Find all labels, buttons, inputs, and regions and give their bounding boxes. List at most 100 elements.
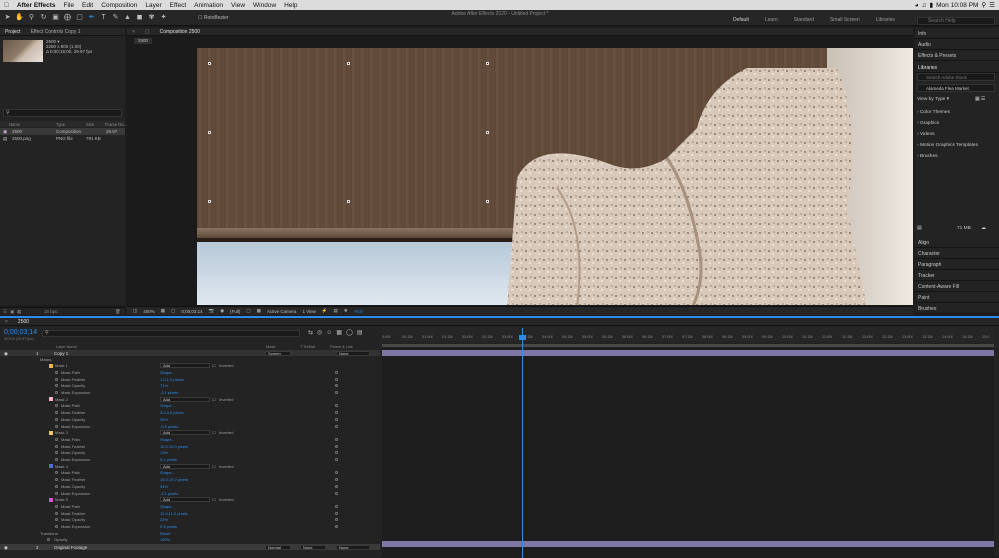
- expression-link-icon[interactable]: [335, 491, 338, 495]
- mask-color-swatch[interactable]: [49, 397, 53, 402]
- expression-link-icon[interactable]: [335, 370, 338, 374]
- stopwatch-icon[interactable]: [55, 370, 58, 374]
- shy-icon[interactable]: ☺: [326, 330, 336, 336]
- views-dropdown[interactable]: 1 View: [302, 309, 315, 314]
- frame-blending-icon[interactable]: ▦: [336, 330, 346, 336]
- stopwatch-icon[interactable]: [55, 458, 58, 461]
- pan-behind-tool-icon[interactable]: ⨁: [63, 13, 72, 22]
- mask-property-value[interactable]: 3.0,3.0 pixels: [160, 410, 184, 415]
- menu-layer[interactable]: Layer: [141, 2, 165, 9]
- stopwatch-icon[interactable]: [47, 538, 50, 542]
- col-type[interactable]: Type: [56, 122, 65, 127]
- current-time-indicator[interactable]: [522, 328, 523, 558]
- layer-bar-copy-1[interactable]: [382, 350, 994, 356]
- inverted-checkbox[interactable]: ☐: [212, 497, 216, 502]
- layer-handle[interactable]: [347, 62, 350, 65]
- mask-property-row[interactable]: Mask Feather 1.0,1.0 pixels: [0, 376, 380, 383]
- layer-name[interactable]: Copy 1: [54, 351, 68, 356]
- stopwatch-icon[interactable]: [55, 491, 58, 495]
- expression-link-icon[interactable]: [335, 444, 338, 448]
- layer-bars-area[interactable]: [382, 348, 994, 558]
- mask-row[interactable]: Mask 3 Add ☐ Inverted: [0, 430, 380, 437]
- mask-color-swatch[interactable]: [49, 363, 53, 368]
- interpret-footage-icon[interactable]: ☰: [3, 309, 7, 315]
- stopwatch-icon[interactable]: [55, 451, 58, 455]
- mask-color-swatch[interactable]: [49, 430, 53, 435]
- pen-tool-icon[interactable]: ✒: [87, 13, 96, 22]
- mask-mode-dropdown[interactable]: Add: [160, 497, 210, 503]
- mask-property-value[interactable]: Shape...: [160, 504, 175, 509]
- opacity-row[interactable]: Opacity 100%: [0, 537, 380, 544]
- snapshot-icon[interactable]: 📷: [209, 308, 215, 314]
- inverted-checkbox[interactable]: ☐: [212, 397, 216, 402]
- spotlight-icon[interactable]: ⚲: [981, 1, 986, 9]
- category-motion-graphics-templates[interactable]: › Motion Graphics Templates: [917, 143, 978, 148]
- mask-name[interactable]: Mask 1: [55, 363, 68, 368]
- mask-property-row[interactable]: Mask Feather 10.0,10.0 pixels: [0, 443, 380, 450]
- exposure-value[interactable]: +0.0: [354, 309, 363, 314]
- mask-property-row[interactable]: Mask Path Shape...: [0, 503, 380, 510]
- stopwatch-icon[interactable]: [55, 518, 58, 522]
- mask-property-value[interactable]: 1.0,1.0 pixels: [160, 377, 184, 382]
- new-folder-icon[interactable]: ▣: [10, 309, 14, 315]
- wifi-icon[interactable]: ◕: [915, 2, 919, 9]
- shape-tool-icon[interactable]: ▢: [75, 13, 84, 22]
- camera-tool-icon[interactable]: ▣: [51, 13, 60, 22]
- expression-link-icon[interactable]: [335, 391, 338, 394]
- cloud-icon[interactable]: ☁: [981, 226, 986, 231]
- expression-link-icon[interactable]: [335, 478, 338, 482]
- mask-property-row[interactable]: Mask Opacity 35%: [0, 416, 380, 423]
- menu-effect[interactable]: Effect: [166, 2, 191, 9]
- mask-property-value[interactable]: 35%: [160, 417, 168, 422]
- mask-property-row[interactable]: Mask Expansion -0.5 pixels: [0, 423, 380, 430]
- workspace-default[interactable]: Default: [725, 17, 757, 23]
- masks-group-row[interactable]: Masks: [0, 356, 380, 363]
- layer-handle[interactable]: [208, 200, 211, 203]
- composition-viewer[interactable]: [197, 48, 913, 305]
- mask-property-value[interactable]: 10.0,10.0 pixels: [160, 444, 188, 449]
- panel-audio[interactable]: Audio: [915, 39, 999, 50]
- mask-property-row[interactable]: Mask Opacity 71%: [0, 383, 380, 390]
- col-mode[interactable]: Mode: [266, 345, 276, 349]
- col-layer-name[interactable]: Layer Name: [56, 345, 77, 349]
- panel-tracker[interactable]: Tracker: [915, 270, 999, 281]
- trash-icon[interactable]: 🗑: [115, 309, 121, 315]
- expression-link-icon[interactable]: [335, 511, 338, 515]
- category-color-themes[interactable]: › Color Themes: [917, 110, 950, 115]
- magnification-dropdown[interactable]: 400%: [143, 309, 155, 314]
- mask-property-row[interactable]: Mask Expansion -3.1 pixels: [0, 390, 380, 397]
- flowchart-icon[interactable]: ❖: [344, 308, 348, 314]
- mask-property-value[interactable]: 11.0,11.0 pixels: [160, 511, 187, 516]
- fast-previews-icon[interactable]: ⚡: [322, 308, 328, 314]
- mask-mode-dropdown[interactable]: Add: [160, 463, 210, 469]
- type-tool-icon[interactable]: T: [99, 13, 108, 22]
- mask-property-row[interactable]: Mask Path Shape...: [0, 403, 380, 410]
- clock[interactable]: Mon 10:08 PM: [936, 2, 978, 9]
- layer-handle[interactable]: [208, 62, 211, 65]
- show-channel-icon[interactable]: ◉: [220, 308, 224, 314]
- expression-link-icon[interactable]: [335, 471, 338, 475]
- panel-content-aware-fill[interactable]: Content-Aware Fill: [915, 281, 999, 292]
- time-ruler[interactable]: 0:00f 00:15f 01:00f 01:15f 02:00f 02:15f 03:00…: [382, 328, 994, 342]
- inverted-checkbox[interactable]: ☐: [212, 464, 216, 469]
- mask-mode-dropdown[interactable]: Add: [160, 396, 210, 402]
- tab-timeline[interactable]: 2500: [13, 319, 34, 325]
- current-time[interactable]: 0;00;03;14: [181, 309, 202, 314]
- mask-property-value[interactable]: 71%: [160, 383, 168, 388]
- mask-property-value[interactable]: 23%: [160, 517, 168, 522]
- mask-property-value[interactable]: 34%: [160, 484, 168, 489]
- layer-handle[interactable]: [486, 62, 489, 65]
- menu-help[interactable]: Help: [280, 2, 301, 9]
- timeline-search-input[interactable]: ⚲: [42, 330, 300, 337]
- layer-trkmat-dropdown[interactable]: None: [300, 544, 326, 550]
- mask-property-value[interactable]: Shape...: [160, 370, 175, 375]
- region-of-interest-icon[interactable]: ▢: [246, 308, 250, 314]
- mask-property-row[interactable]: Mask Expansion -3.1 pixels: [0, 490, 380, 497]
- always-preview-icon[interactable]: ◫: [133, 308, 137, 314]
- panel-paint[interactable]: Paint: [915, 292, 999, 303]
- menu-animation[interactable]: Animation: [190, 2, 227, 9]
- mask-name[interactable]: Mask 3: [55, 430, 68, 435]
- clone-stamp-tool-icon[interactable]: ▲: [123, 13, 132, 22]
- hand-tool-icon[interactable]: ✋: [15, 13, 24, 22]
- layer-handle[interactable]: [486, 200, 489, 203]
